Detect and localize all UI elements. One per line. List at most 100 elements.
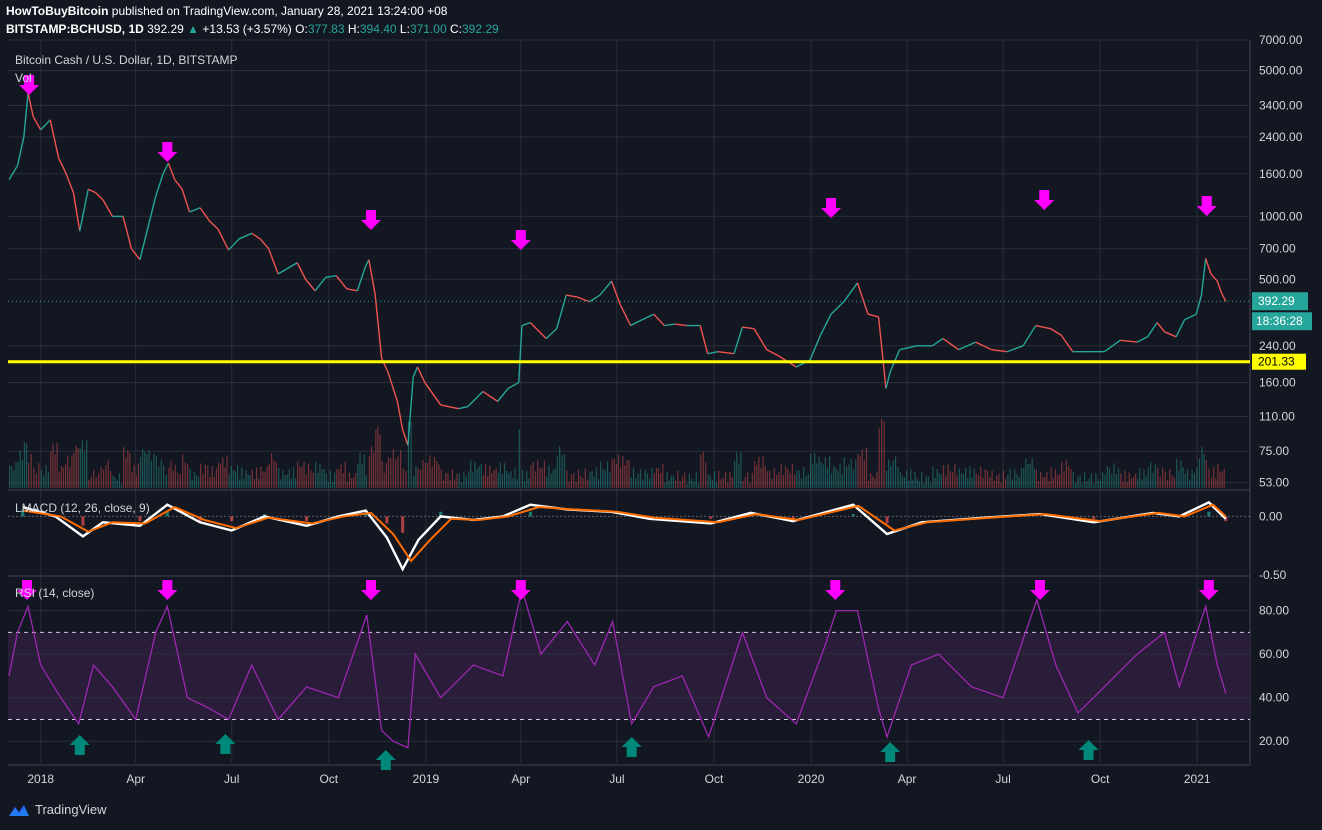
price-segment <box>95 192 104 201</box>
volume-bar <box>150 460 153 488</box>
price-segment <box>1136 336 1148 343</box>
volume-bar <box>722 477 724 488</box>
volume-bar <box>1196 467 1198 488</box>
volume-bar <box>800 478 803 488</box>
macd-axis-label: -0.50 <box>1259 568 1287 582</box>
volume-bar <box>200 463 202 488</box>
volume-bar <box>1171 475 1173 488</box>
volume-bar <box>998 473 1000 488</box>
volume-bar <box>506 470 508 488</box>
volume-bar <box>1048 480 1050 488</box>
volume-bar <box>295 478 297 488</box>
lmacd-legend[interactable]: LMACD (12, 26, close, 9) <box>15 501 150 515</box>
volume-bar <box>903 477 906 488</box>
main-pane-title[interactable]: Bitcoin Cash / U.S. Dollar, 1D, BITSTAMP <box>15 53 238 67</box>
volume-bar <box>107 460 109 488</box>
volume-bar <box>662 463 664 488</box>
macd-histogram-bar <box>230 516 234 522</box>
volume-bar <box>747 472 749 488</box>
volume-bar <box>474 461 476 488</box>
volume-bar <box>881 418 883 488</box>
volume-bar <box>771 478 773 488</box>
volume-bar <box>617 454 620 488</box>
volume-bar <box>25 443 28 488</box>
volume-bar <box>463 471 465 488</box>
volume-bar <box>818 456 820 488</box>
volume-bar <box>133 464 135 488</box>
volume-bar <box>785 465 787 488</box>
author-name[interactable]: HowToBuyBitcoin <box>6 4 108 18</box>
volume-bar <box>973 468 975 488</box>
volume-bar <box>45 464 47 488</box>
volume-bar <box>363 454 365 488</box>
volume-bar <box>1046 472 1048 488</box>
price-segment <box>507 381 520 390</box>
volume-bar <box>1016 474 1018 488</box>
volume-bar <box>518 429 520 488</box>
volume-bar <box>422 460 424 488</box>
price-segment <box>181 188 191 213</box>
volume-bar <box>1120 473 1122 488</box>
volume-bar <box>977 475 980 488</box>
volume-bar <box>1223 469 1225 488</box>
volume-bar <box>644 469 646 488</box>
volume-bar <box>580 475 582 488</box>
price-segment <box>1205 258 1212 275</box>
price-segment <box>40 119 51 131</box>
volume-bar <box>1072 472 1074 488</box>
volume-bar <box>514 467 516 488</box>
volume-bar <box>1147 467 1149 488</box>
rsi-buy-arrow-icon <box>215 734 236 754</box>
volume-bar <box>718 470 720 488</box>
volume-bar <box>611 459 613 488</box>
volume-bar <box>733 460 736 488</box>
volume-bar <box>528 478 530 488</box>
volume-bar <box>342 473 344 488</box>
volume-bar <box>859 456 861 488</box>
volume-bar <box>110 471 112 488</box>
volume-bar <box>195 475 198 488</box>
price-axis-label: 700.00 <box>1259 242 1296 256</box>
price-segment <box>753 328 768 351</box>
price-segment <box>1200 258 1207 296</box>
volume-bar <box>52 443 54 488</box>
volume-bar <box>258 478 260 488</box>
volume-bar <box>93 469 95 488</box>
rsi-legend[interactable]: RSI (14, close) <box>15 586 94 600</box>
volume-bar <box>438 464 440 488</box>
volume-bar <box>1070 469 1072 488</box>
volume-bar <box>942 465 945 488</box>
volume-bar <box>938 473 940 488</box>
volume-bar <box>383 472 385 488</box>
volume-bar <box>456 473 458 488</box>
price-segment <box>1007 345 1024 353</box>
symbol[interactable]: BITSTAMP:BCHUSD, 1D <box>6 22 144 36</box>
volume-bar <box>724 471 727 488</box>
volume-bar <box>1182 467 1184 488</box>
volume-bar <box>655 467 658 488</box>
volume-bar <box>160 459 162 488</box>
volume-bar <box>460 482 463 488</box>
volume-bar <box>224 467 226 488</box>
volume-bar <box>280 479 282 488</box>
volume-bar <box>442 480 445 488</box>
volume-bar <box>60 465 62 488</box>
volume-bar <box>79 448 81 488</box>
volume-bar <box>17 461 19 488</box>
price-segment <box>102 199 114 217</box>
volume-bar <box>1074 482 1077 488</box>
footer-brand[interactable]: TradingView <box>35 802 107 817</box>
volume-bar <box>495 467 497 488</box>
volume-bar <box>921 472 923 488</box>
macd-histogram-bar <box>885 516 889 524</box>
volume-bar <box>826 467 829 488</box>
volume-bar <box>762 456 764 488</box>
volume-bar <box>321 469 323 488</box>
price-axis-label: 2400.00 <box>1259 130 1303 144</box>
chart-canvas[interactable]: 2018 Apr Jul Oct 2019 Apr Jul Oct 2020 Apr Jul Oct 2… <box>0 0 1322 830</box>
volume-bar <box>131 472 133 488</box>
price-segment <box>325 275 337 279</box>
volume-legend[interactable]: Vol <box>15 71 32 85</box>
volume-bar <box>77 447 79 488</box>
tradingview-logo-icon[interactable] <box>8 803 30 817</box>
